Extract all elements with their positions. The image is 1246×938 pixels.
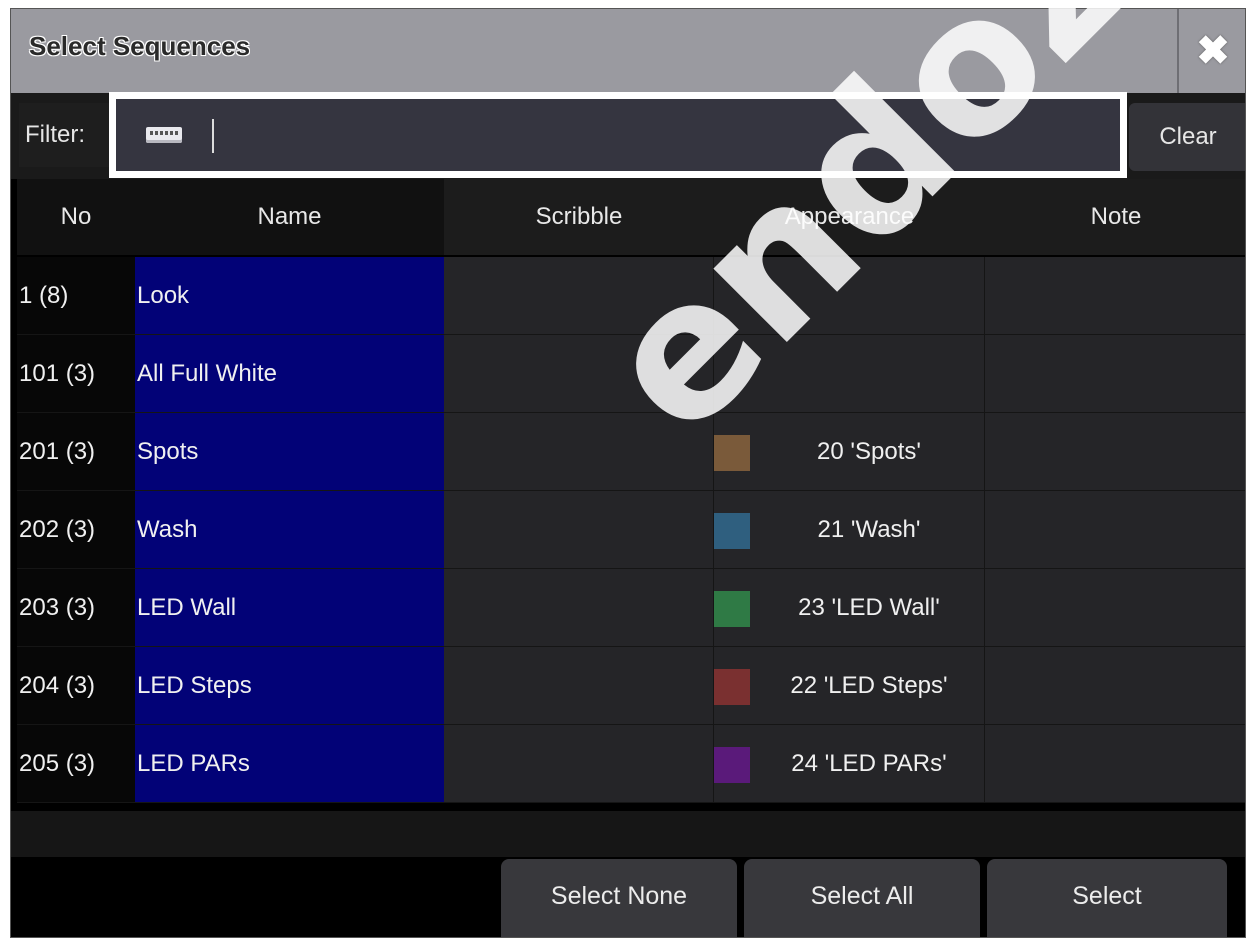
table-row[interactable]: 1 (8) Look: [17, 257, 1245, 335]
header-scribble[interactable]: Scribble: [444, 179, 714, 255]
table-row[interactable]: 201 (3) Spots 20 'Spots': [17, 413, 1245, 491]
cell-no[interactable]: 202 (3): [17, 491, 135, 569]
cell-name[interactable]: All Full White: [135, 335, 444, 413]
color-swatch: [714, 435, 750, 471]
table-row[interactable]: 101 (3) All Full White: [17, 335, 1245, 413]
appearance-label: 21 'Wash': [817, 516, 921, 543]
cell-name[interactable]: Look: [135, 257, 444, 335]
cell-name[interactable]: Spots: [135, 413, 444, 491]
table-row[interactable]: 203 (3) LED Wall 23 'LED Wall': [17, 569, 1245, 647]
appearance-label: 20 'Spots': [817, 438, 921, 465]
header-name[interactable]: Name: [135, 179, 444, 255]
dialog-titlebar[interactable]: Select Sequences ✖: [11, 9, 1245, 93]
appearance-label: 24 'LED PARs': [791, 750, 947, 777]
filter-input[interactable]: [109, 92, 1127, 178]
cell-scribble[interactable]: [444, 335, 714, 413]
cell-appearance[interactable]: 20 'Spots': [714, 413, 985, 491]
cell-no[interactable]: 1 (8): [17, 257, 135, 335]
text-cursor: [212, 119, 214, 153]
cell-appearance[interactable]: [714, 335, 985, 413]
appearance-label: 22 'LED Steps': [790, 672, 948, 699]
table-row[interactable]: 204 (3) LED Steps 22 'LED Steps': [17, 647, 1245, 725]
cell-no[interactable]: 205 (3): [17, 725, 135, 803]
empty-table-area: [11, 811, 1245, 863]
cell-name[interactable]: LED Wall: [135, 569, 444, 647]
cell-note[interactable]: [985, 335, 1245, 413]
cell-name[interactable]: Wash: [135, 491, 444, 569]
cell-note[interactable]: [985, 413, 1245, 491]
close-button[interactable]: ✖: [1177, 9, 1245, 93]
cell-note[interactable]: [985, 491, 1245, 569]
cell-appearance[interactable]: [714, 257, 985, 335]
cell-scribble[interactable]: [444, 569, 714, 647]
dialog-title: Select Sequences: [29, 31, 251, 61]
table-row[interactable]: 205 (3) LED PARs 24 'LED PARs': [17, 725, 1245, 803]
header-no[interactable]: No: [17, 179, 135, 255]
clear-button[interactable]: Clear: [1129, 103, 1245, 171]
color-swatch: [714, 591, 750, 627]
cell-appearance[interactable]: 22 'LED Steps': [714, 647, 985, 725]
cell-no[interactable]: 201 (3): [17, 413, 135, 491]
cell-name[interactable]: LED PARs: [135, 725, 444, 803]
select-button[interactable]: Select: [987, 859, 1227, 937]
cell-note[interactable]: [985, 257, 1245, 335]
header-note[interactable]: Note: [985, 179, 1245, 255]
cell-scribble[interactable]: [444, 257, 714, 335]
header-appearance[interactable]: Appearance: [714, 179, 985, 255]
cell-appearance[interactable]: 24 'LED PARs': [714, 725, 985, 803]
appearance-label: 23 'LED Wall': [798, 594, 940, 621]
cell-note[interactable]: [985, 725, 1245, 803]
cell-name[interactable]: LED Steps: [135, 647, 444, 725]
filter-label: Filter:: [19, 103, 115, 167]
color-swatch: [714, 669, 750, 705]
close-icon: ✖: [1196, 29, 1230, 73]
cell-appearance[interactable]: 23 'LED Wall': [714, 569, 985, 647]
cell-appearance[interactable]: 21 'Wash': [714, 491, 985, 569]
keyboard-icon[interactable]: [146, 127, 182, 143]
select-none-button[interactable]: Select None: [501, 859, 737, 937]
cell-scribble[interactable]: [444, 725, 714, 803]
cell-no[interactable]: 203 (3): [17, 569, 135, 647]
filter-row: Filter: Clear: [11, 92, 1245, 179]
cell-note[interactable]: [985, 569, 1245, 647]
select-all-button[interactable]: Select All: [744, 859, 980, 937]
cell-no[interactable]: 204 (3): [17, 647, 135, 725]
table-row[interactable]: 202 (3) Wash 21 'Wash': [17, 491, 1245, 569]
select-sequences-dialog: Select Sequences ✖ Filter: Clear No Name…: [10, 8, 1246, 938]
cell-scribble[interactable]: [444, 647, 714, 725]
color-swatch: [714, 747, 750, 783]
cell-scribble[interactable]: [444, 413, 714, 491]
button-bar: Select None Select All Select: [11, 857, 1245, 937]
cell-scribble[interactable]: [444, 491, 714, 569]
color-swatch: [714, 513, 750, 549]
cell-note[interactable]: [985, 647, 1245, 725]
cell-no[interactable]: 101 (3): [17, 335, 135, 413]
